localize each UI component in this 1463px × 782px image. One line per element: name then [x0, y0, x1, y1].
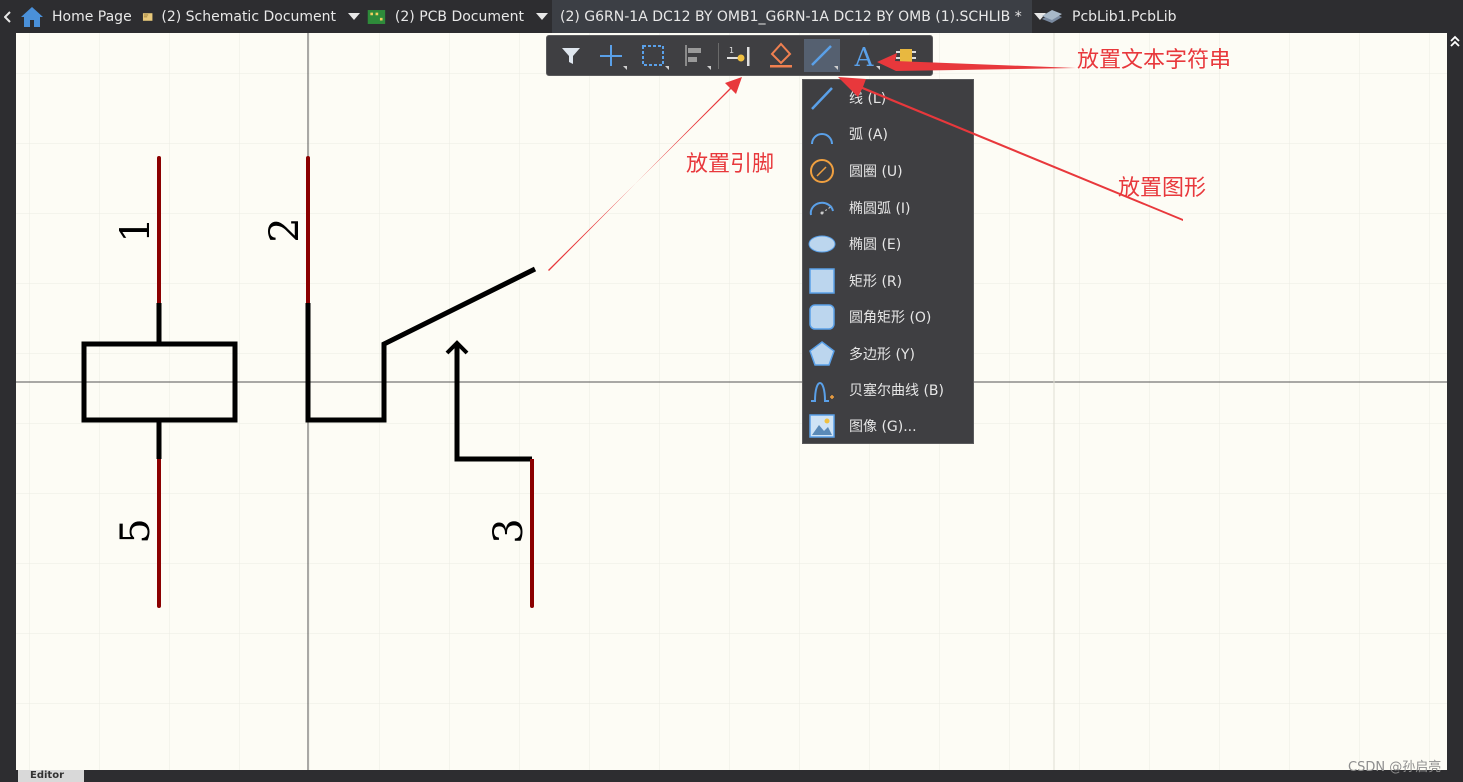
- pin-number: 2: [262, 217, 308, 242]
- schematic-doc-icon: [142, 12, 153, 21]
- pcb-doc-icon: [367, 9, 386, 24]
- rectangle-icon: [809, 268, 835, 294]
- menu-item-circle[interactable]: 圆圈 (U): [803, 153, 973, 189]
- tab-label: (2) PCB Document: [394, 8, 524, 25]
- toolbar-separator: [718, 43, 719, 69]
- place-graphic-dropdown: 线 (L) 弧 (A) 圆圈 (U) 椭圆弧 (I) 椭圆 (E) 矩形 (R)…: [802, 79, 974, 444]
- tab-pcblib[interactable]: PcbLib1.PcbLib: [1040, 0, 1200, 33]
- chevron-down-icon[interactable]: [536, 13, 548, 20]
- move-button[interactable]: [593, 39, 629, 72]
- menu-item-ellipse[interactable]: 椭圆 (E): [803, 226, 973, 262]
- menu-item-label: 贝塞尔曲线 (B): [849, 383, 944, 399]
- bottom-panel-bar: [0, 770, 1463, 782]
- menu-item-label: 矩形 (R): [849, 274, 903, 290]
- menu-item-label: 弧 (A): [849, 127, 888, 143]
- annotation-place-graphic: 放置图形: [1118, 176, 1207, 201]
- menu-item-arc[interactable]: 弧 (A): [803, 116, 973, 152]
- active-bar-toolbar: 1 A: [546, 35, 933, 76]
- menu-item-label: 椭圆 (E): [849, 237, 902, 253]
- canvas-grid: [16, 33, 1447, 770]
- round-rectangle-icon: [809, 304, 835, 330]
- menu-item-elliptical-arc[interactable]: 椭圆弧 (I): [803, 190, 973, 226]
- tab-label: PcbLib1.PcbLib: [1072, 8, 1177, 25]
- schematic-drawing: 1 2 5 3: [16, 33, 1447, 770]
- place-component-button[interactable]: [888, 39, 924, 72]
- double-chevron-up-icon[interactable]: [1449, 35, 1461, 47]
- svg-text:1: 1: [729, 46, 734, 55]
- tab-label: (2) G6RN-1A DC12 BY OMB1_G6RN-1A DC12 BY…: [560, 8, 1022, 25]
- pin-number: 1: [113, 217, 159, 242]
- menu-item-label: 多边形 (Y): [849, 347, 915, 363]
- menu-item-label: 圆角矩形 (O): [849, 310, 932, 326]
- place-text-button[interactable]: A: [846, 39, 882, 73]
- chevron-left-icon: [4, 10, 11, 23]
- menu-item-polygon[interactable]: 多边形 (Y): [803, 336, 973, 372]
- menu-item-bezier[interactable]: 贝塞尔曲线 (B): [803, 372, 973, 408]
- select-button[interactable]: [635, 39, 671, 72]
- circle-icon: [810, 159, 834, 183]
- filter-button[interactable]: [553, 39, 589, 72]
- place-pin-button[interactable]: 1: [721, 39, 757, 72]
- annotation-place-pin: 放置引脚: [686, 152, 775, 177]
- tab-label: Home Page: [52, 8, 132, 25]
- menu-item-line[interactable]: 线 (L): [803, 80, 973, 116]
- place-ieee-button[interactable]: [763, 39, 799, 72]
- tab-scroll-left[interactable]: [0, 0, 16, 33]
- ellipse-icon: [808, 235, 836, 253]
- move-cross-icon: [600, 45, 627, 70]
- tab-schematic-document[interactable]: (2) Schematic Document: [142, 0, 360, 33]
- annotation-place-text: 放置文本字符串: [1077, 48, 1232, 73]
- align-icon: [685, 45, 711, 70]
- tab-home-page[interactable]: Home Page: [20, 0, 138, 33]
- menu-item-image[interactable]: 图像 (G)...: [803, 408, 973, 444]
- schematic-canvas[interactable]: 1 2 5 3: [16, 33, 1447, 770]
- ieee-symbol-icon: [770, 42, 792, 68]
- pin-icon: 1: [727, 46, 750, 66]
- home-icon: [21, 6, 43, 27]
- pin-number: 5: [113, 518, 159, 543]
- arc-icon: [811, 133, 833, 145]
- menu-item-rectangle[interactable]: 矩形 (R): [803, 263, 973, 299]
- menu-item-label: 椭圆弧 (I): [849, 201, 911, 217]
- watermark: CSDN @孙启亮: [1348, 760, 1442, 775]
- document-tab-bar: Home Page (2) Schematic Document (2) PCB…: [0, 0, 1463, 33]
- text-a-icon: A: [854, 43, 880, 73]
- tab-label: (2) Schematic Document: [161, 8, 336, 25]
- image-icon: [809, 414, 835, 438]
- right-panel-strip[interactable]: [1447, 33, 1463, 782]
- chevron-down-icon[interactable]: [348, 13, 360, 20]
- tab-schlib-document[interactable]: (2) G6RN-1A DC12 BY OMB1_G6RN-1A DC12 BY…: [552, 0, 1046, 33]
- elliptical-arc-icon: [809, 201, 834, 216]
- tab-pcb-document[interactable]: (2) PCB Document: [366, 0, 548, 33]
- left-panel-strip: [0, 33, 16, 782]
- menu-item-label: 圆圈 (U): [849, 164, 903, 180]
- bottom-tab-editor[interactable]: Editor: [18, 770, 84, 782]
- line-icon: [811, 45, 838, 70]
- component-icon: [896, 49, 916, 62]
- menu-item-label: 线 (L): [849, 91, 887, 107]
- pcblib-icon: [1042, 9, 1062, 23]
- menu-item-label: 图像 (G)...: [849, 419, 917, 435]
- menu-item-round-rectangle[interactable]: 圆角矩形 (O): [803, 299, 973, 335]
- polygon-icon: [809, 341, 835, 366]
- filter-icon: [562, 48, 580, 64]
- line-icon: [811, 87, 833, 110]
- place-line-button[interactable]: [804, 39, 840, 72]
- svg-text:A: A: [854, 43, 875, 72]
- bezier-icon: [811, 382, 834, 402]
- selection-rect-icon: [642, 45, 669, 70]
- pin-number: 3: [486, 518, 532, 543]
- align-button[interactable]: [677, 39, 713, 72]
